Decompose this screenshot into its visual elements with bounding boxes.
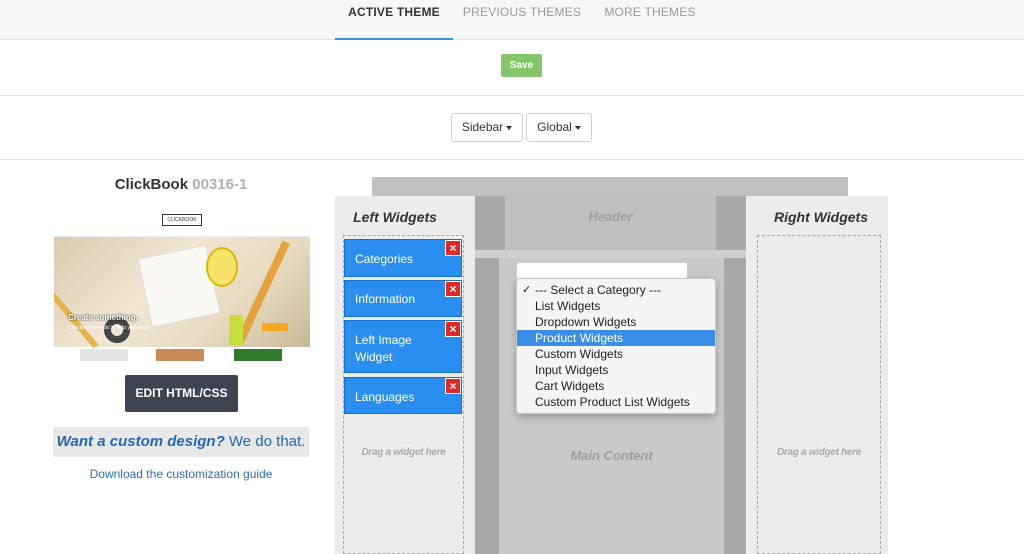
remove-icon[interactable]: × xyxy=(445,281,461,297)
preview-hero: Create something. Checkout our tools to … xyxy=(54,237,310,349)
checkmark-icon: ✓ xyxy=(522,284,532,296)
sidebar-dropdown-label: Sidebar xyxy=(461,120,504,134)
save-button[interactable]: Save xyxy=(501,54,542,77)
theme-tabs: ACTIVE THEME PREVIOUS THEMES MORE THEMES xyxy=(0,0,1024,40)
caret-down-icon xyxy=(574,125,581,130)
preview-thumbnail xyxy=(156,349,204,361)
custom-design-banner[interactable]: Want a custom design? We do that. xyxy=(53,427,309,457)
tab-active-theme[interactable]: ACTIVE THEME xyxy=(335,0,453,40)
menu-item-dropdown-widgets[interactable]: Dropdown Widgets xyxy=(517,314,715,330)
right-widgets-title: Right Widgets xyxy=(774,209,868,225)
menu-item-product-widgets[interactable]: Product Widgets xyxy=(517,330,715,346)
global-dropdown-label: Global xyxy=(537,120,572,134)
theme-title: ClickBook 00316-1 xyxy=(53,176,309,193)
widget-label: Left Image Widget xyxy=(355,333,412,364)
remove-icon[interactable]: × xyxy=(445,240,461,256)
preview-caption: Create something. xyxy=(68,313,138,322)
menu-item-list-widgets[interactable]: List Widgets xyxy=(517,298,715,314)
custom-design-question: Want a custom design? xyxy=(56,433,225,450)
preview-thumbnail xyxy=(80,349,128,361)
right-drag-hint: Drag a widget here xyxy=(776,447,862,458)
filter-bar: Sidebar Global xyxy=(0,96,1024,160)
edit-html-css-button[interactable]: EDIT HTML/CSS xyxy=(125,375,238,412)
caret-down-icon xyxy=(506,125,513,130)
menu-item-select-category[interactable]: ✓ --- Select a Category --- xyxy=(517,282,715,298)
main-content-label: Main Content xyxy=(570,448,653,463)
menu-item-input-widgets[interactable]: Input Widgets xyxy=(517,362,715,378)
widget-left-image[interactable]: Left Image Widget × xyxy=(344,320,462,373)
widget-languages[interactable]: Languages × xyxy=(344,377,462,414)
theme-name: ClickBook xyxy=(114,176,189,193)
preview-header: CLICKBOOK xyxy=(54,207,310,242)
tab-previous-themes[interactable]: PREVIOUS THEMES xyxy=(460,0,584,40)
preview-thumbnails xyxy=(54,347,310,361)
menu-item-cart-widgets[interactable]: Cart Widgets xyxy=(517,378,715,394)
tab-more-themes[interactable]: MORE THEMES xyxy=(598,0,702,40)
customization-guide-link[interactable]: Download the customization guide xyxy=(53,467,309,481)
right-widgets-dropzone[interactable] xyxy=(757,235,881,554)
header-divider xyxy=(475,250,746,258)
left-widgets-title: Left Widgets xyxy=(353,209,437,225)
remove-icon[interactable]: × xyxy=(445,321,461,337)
widget-label: Information xyxy=(355,292,416,306)
category-menu: ✓ --- Select a Category --- List Widgets … xyxy=(516,278,716,414)
menu-item-custom-widgets[interactable]: Custom Widgets xyxy=(517,346,715,362)
highlighter-graphic xyxy=(229,315,243,345)
left-drag-hint: Drag a widget here xyxy=(361,447,446,458)
preview-subcaption: Checkout our tools to help you create xyxy=(68,325,151,331)
menu-item-custom-product-list-widgets[interactable]: Custom Product List Widgets xyxy=(517,394,715,410)
header-band xyxy=(372,177,848,197)
remove-icon[interactable]: × xyxy=(445,378,461,394)
save-bar: Save xyxy=(0,40,1024,96)
preview-thumbnail xyxy=(234,349,282,361)
widget-information[interactable]: Information × xyxy=(344,280,462,317)
global-dropdown[interactable]: Global xyxy=(526,113,592,142)
theme-code: 00316-1 xyxy=(192,176,248,193)
preview-nav xyxy=(54,229,310,242)
pencil-graphic xyxy=(54,275,99,349)
widget-categories[interactable]: Categories × xyxy=(344,239,462,277)
header-label: Header xyxy=(588,209,633,224)
lightbulb-icon xyxy=(206,247,238,287)
preview-cta xyxy=(262,323,288,331)
sidebar-dropdown[interactable]: Sidebar xyxy=(451,113,523,142)
theme-preview-image: CLICKBOOK Create something. Checkout our… xyxy=(54,207,310,361)
preview-logo: CLICKBOOK xyxy=(162,214,202,226)
custom-design-answer: We do that. xyxy=(228,433,306,450)
widget-label: Categories xyxy=(355,252,414,266)
widget-label: Languages xyxy=(355,390,415,404)
